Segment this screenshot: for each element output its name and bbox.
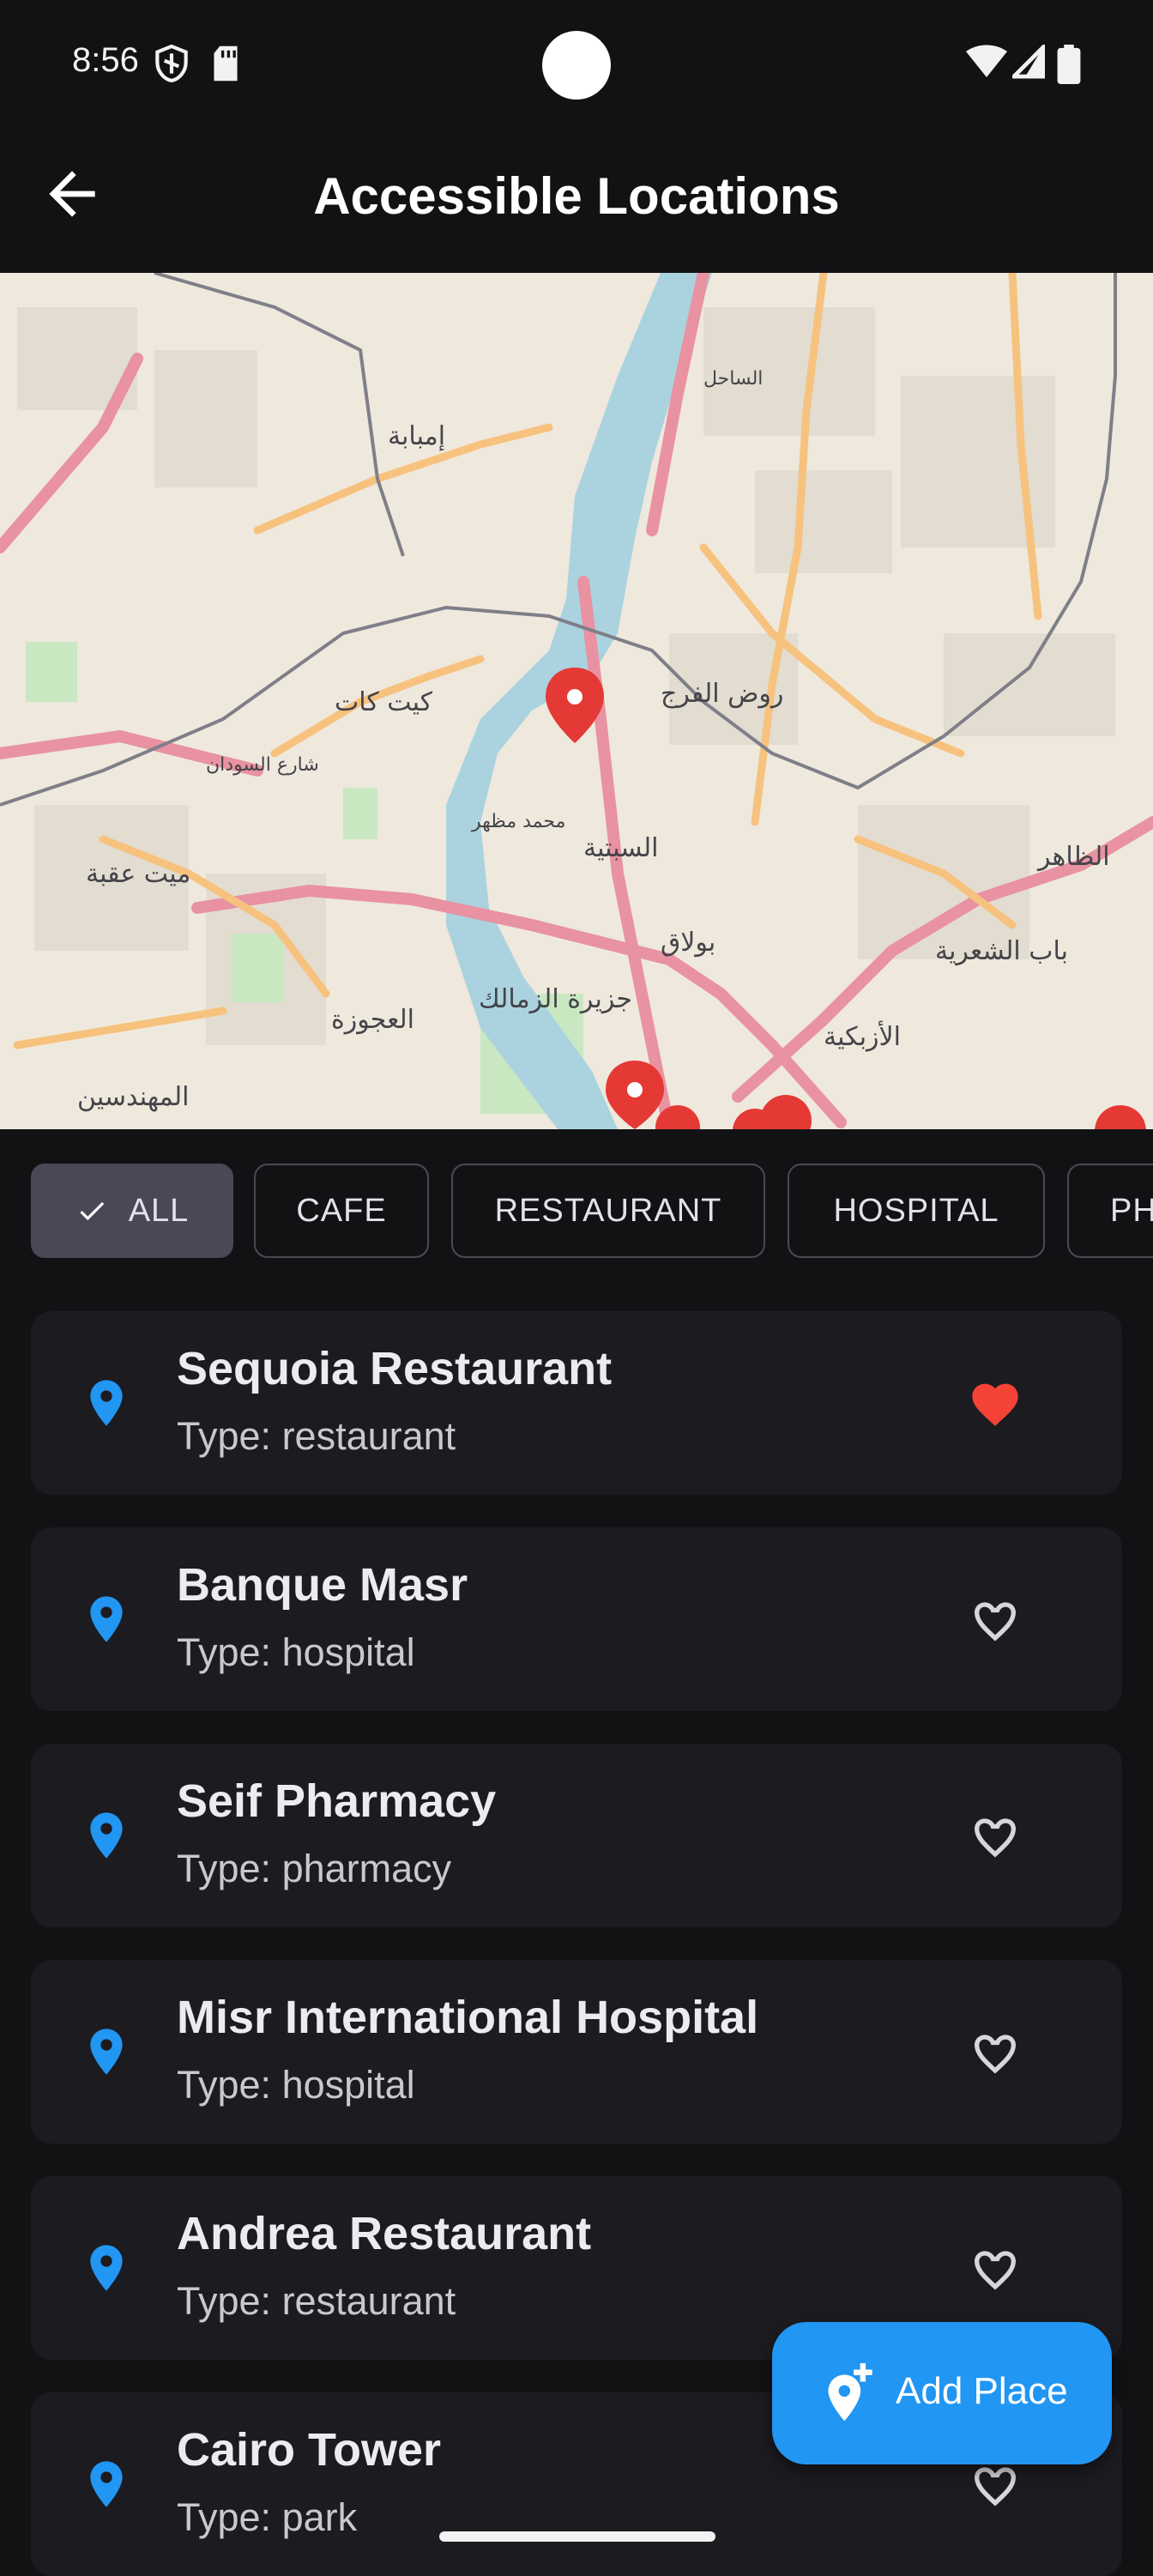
place-type: Type: park: [177, 2495, 358, 2539]
map-label: السبتية: [583, 833, 658, 863]
place-type: Type: restaurant: [177, 1414, 456, 1458]
chip-hospital[interactable]: HOSPITAL: [788, 1164, 1045, 1258]
status-bar: 8:56: [0, 0, 1153, 129]
map-label: إمبابة: [388, 421, 445, 451]
location-pin-icon: [90, 2461, 123, 2507]
battery-icon: [1057, 45, 1081, 84]
camera-cutout: [542, 31, 611, 100]
map-label: كيت كات: [335, 687, 433, 717]
chip-label: PH: [1110, 1192, 1153, 1229]
map-label: المهندسين: [77, 1082, 189, 1112]
location-pin-icon: [90, 1380, 123, 1426]
map-label: شارع السودان: [206, 754, 319, 776]
place-type: Type: restaurant: [177, 2279, 456, 2323]
add-place-button[interactable]: Add Place: [772, 2322, 1112, 2464]
add-place-label: Add Place: [896, 2370, 1068, 2412]
map-label: الأزبكية: [824, 1019, 901, 1052]
shield-icon: [155, 45, 188, 82]
heart-outline-icon[interactable]: [968, 2458, 1023, 2509]
list-item[interactable]: Banque Masr Type: hospital: [31, 1527, 1122, 1711]
chip-pharmacy[interactable]: PH: [1067, 1164, 1153, 1258]
map-label: ميت عقبة: [86, 859, 190, 889]
place-name: Seif Pharmacy: [177, 1775, 497, 1827]
gesture-handle: [439, 2531, 715, 2542]
chip-label: ALL: [128, 1192, 190, 1229]
place-name: Sequoia Restaurant: [177, 1343, 613, 1394]
place-type: Type: pharmacy: [177, 1847, 452, 1890]
heart-outline-icon[interactable]: [968, 2025, 1023, 2077]
add-location-icon: [828, 2363, 872, 2422]
chip-cafe[interactable]: CAFE: [254, 1164, 429, 1258]
list-item[interactable]: Misr International Hospital Type: hospit…: [31, 1960, 1122, 2144]
chip-restaurant[interactable]: RESTAURANT: [451, 1164, 765, 1258]
place-name: Andrea Restaurant: [177, 2208, 592, 2259]
heart-outline-icon[interactable]: [968, 1593, 1023, 1644]
map-canvas: إمبابة كيت كات روض الفرج السبتية بولاق م…: [0, 273, 1153, 1129]
location-pin-icon: [90, 1596, 123, 1642]
chip-label: RESTAURANT: [494, 1192, 722, 1229]
sd-card-icon: [214, 45, 238, 82]
map-label: روض الفرج: [661, 679, 783, 709]
chip-label: CAFE: [296, 1192, 387, 1229]
map-label: الظاهر: [1036, 842, 1110, 872]
signal-icon: [1012, 45, 1045, 79]
status-time: 8:56: [72, 41, 139, 79]
map-view[interactable]: إمبابة كيت كات روض الفرج السبتية بولاق م…: [0, 273, 1153, 1129]
map-label: بولاق: [661, 928, 715, 958]
list-item[interactable]: Sequoia Restaurant Type: restaurant: [31, 1311, 1122, 1495]
wifi-icon: [966, 45, 1007, 77]
place-type: Type: hospital: [177, 1630, 415, 1674]
map-label: العجوزة: [331, 1005, 414, 1035]
category-filter-chips: ALL CAFE RESTAURANT HOSPITAL PH: [0, 1164, 1153, 1261]
place-name: Misr International Hospital: [177, 1992, 759, 2043]
heart-outline-icon[interactable]: [968, 1809, 1023, 1860]
check-icon: [80, 1201, 104, 1221]
place-name: Cairo Tower: [177, 2424, 442, 2476]
location-pin-icon: [90, 2029, 123, 2075]
map-label: محمد مظهر: [471, 811, 565, 832]
location-pin-icon: [90, 1812, 123, 1859]
list-item[interactable]: Seif Pharmacy Type: pharmacy: [31, 1744, 1122, 1927]
place-name: Banque Masr: [177, 1559, 468, 1611]
map-label: جزيرة الزمالك: [479, 984, 632, 1014]
map-label: الساحل: [703, 368, 763, 390]
page-title: Accessible Locations: [313, 167, 840, 225]
chip-label: HOSPITAL: [833, 1192, 999, 1229]
place-type: Type: hospital: [177, 2063, 415, 2107]
map-label: باب الشعرية: [935, 936, 1068, 966]
heart-outline-icon[interactable]: [968, 2241, 1023, 2293]
heart-filled-icon[interactable]: [968, 1376, 1023, 1428]
location-pin-icon: [90, 2245, 123, 2291]
chip-all[interactable]: ALL: [31, 1164, 233, 1258]
